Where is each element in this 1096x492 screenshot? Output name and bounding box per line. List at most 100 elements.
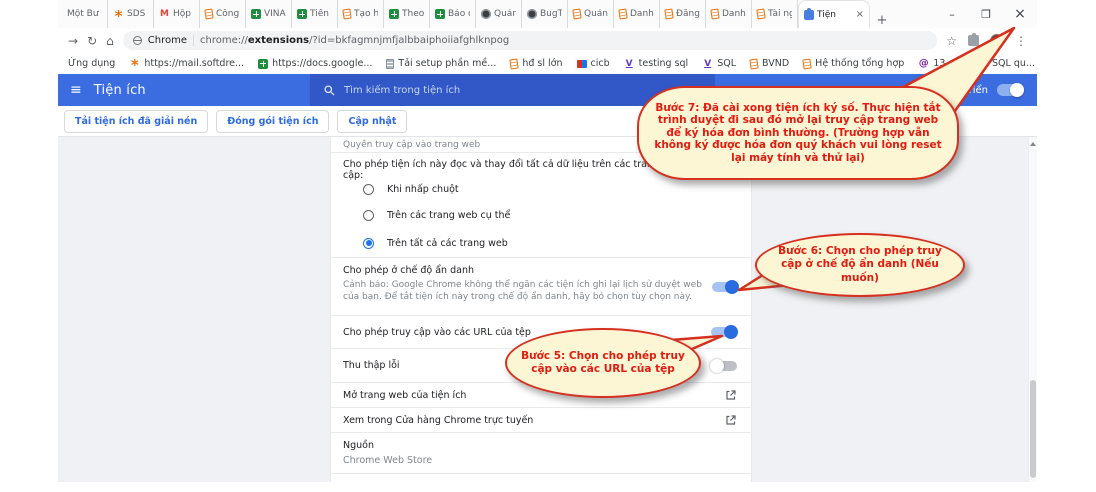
bookmark-item[interactable]: Ứng dụng xyxy=(68,58,115,69)
bookmark-item[interactable]: testing sql xyxy=(624,58,689,69)
radio-row-specific-sites[interactable]: Trên các trang web cụ thể xyxy=(331,201,751,229)
browser-tab[interactable]: Tài ngu xyxy=(752,0,798,28)
extension-puzzle-icon[interactable] xyxy=(968,35,979,46)
globe-icon xyxy=(527,9,537,19)
maximize-button[interactable]: ❐ xyxy=(969,0,1003,28)
incognito-title: Cho phép ở chế độ ẩn danh xyxy=(343,258,737,276)
browser-tab[interactable]: VINAFR xyxy=(246,0,292,28)
browser-tab[interactable]: Tiện × xyxy=(798,0,870,28)
bookmark-item[interactable]: cicb xyxy=(577,58,610,69)
profile-avatar[interactable] xyxy=(990,34,1004,48)
hamburger-menu-icon[interactable]: ≡ xyxy=(58,82,94,98)
bookmark-item[interactable]: hđ sl lớn xyxy=(510,58,562,69)
open-website-label: Mở trang web của tiện ích xyxy=(343,390,466,401)
browser-tab[interactable]: Một Bư xyxy=(62,0,108,28)
close-button[interactable]: × xyxy=(1003,0,1037,28)
bookmark-item[interactable]: https://mail.softdre... xyxy=(129,58,244,69)
tab-label: Đăng n xyxy=(676,9,700,19)
sheet-icon xyxy=(297,9,307,19)
error-collection-toggle[interactable] xyxy=(711,361,737,371)
radio-selected-icon[interactable] xyxy=(363,238,374,249)
tab-label: Quản lý xyxy=(584,9,608,19)
search-placeholder: Tìm kiếm trong tiện ích xyxy=(344,85,460,96)
browser-tab[interactable]: Hộp thư xyxy=(154,0,200,28)
bookmark-item[interactable]: SQL xyxy=(702,58,736,69)
bookmark-label: testing sql xyxy=(639,58,689,69)
browser-tab[interactable]: Theo d xyxy=(384,0,430,28)
bookmark-item[interactable]: Hệ thống tổng hợp xyxy=(803,58,904,69)
view-store-row[interactable]: Xem trong Cửa hàng Chrome trực tuyến xyxy=(331,408,751,433)
developer-mode-area: phát triển xyxy=(939,74,1023,106)
tab-label: VINAFR xyxy=(264,9,286,19)
tab-label: Công ty xyxy=(216,9,240,19)
scrollbar-thumb[interactable] xyxy=(1030,380,1036,478)
radio-icon[interactable] xyxy=(363,184,374,195)
tab-label: Theo d xyxy=(402,9,424,19)
bookmarks-bar: Ứng dụng https://mail.softdre... https:/… xyxy=(58,53,1037,74)
home-icon[interactable]: ⌂ xyxy=(106,34,114,48)
receipt-icon xyxy=(204,8,213,19)
browser-tab[interactable]: BugTra xyxy=(522,0,568,28)
receipt-icon xyxy=(803,58,812,69)
bookmark-item[interactable]: https://docs.google... xyxy=(258,58,372,69)
view-store-label: Xem trong Cửa hàng Chrome trực tuyến xyxy=(343,415,533,426)
omnibox[interactable]: Chrome chrome://extensions/?id=bkfagmnjm… xyxy=(123,31,937,50)
tab-close-icon[interactable]: × xyxy=(854,9,864,20)
update-button[interactable]: Cập nhật xyxy=(337,110,407,133)
cicb-icon xyxy=(577,60,587,68)
new-tab-button[interactable]: + xyxy=(870,13,894,28)
bookmark-star-icon[interactable]: ☆ xyxy=(946,34,957,48)
developer-mode-toggle[interactable] xyxy=(997,84,1023,96)
incognito-toggle[interactable] xyxy=(712,282,738,292)
page-scrollbar[interactable] xyxy=(1028,137,1037,482)
bookmark-label: SQL xyxy=(717,58,736,69)
window-controls: – ❐ × xyxy=(935,0,1037,28)
file-urls-toggle[interactable] xyxy=(711,327,737,337)
radio-row-on-click[interactable]: Khi nhấp chuột xyxy=(331,177,751,201)
pack-extension-button[interactable]: Đóng gói tiện ích xyxy=(216,110,329,133)
bookmark-item[interactable]: Tải setup phần mề... xyxy=(386,58,496,69)
starburst-icon xyxy=(129,58,140,69)
receipt-icon xyxy=(710,8,719,19)
browser-tab[interactable]: Tiến độ xyxy=(292,0,338,28)
bookmark-label: BVND xyxy=(762,58,789,69)
browser-tab[interactable]: Công ty xyxy=(200,0,246,28)
reload-icon[interactable]: ↻ xyxy=(87,34,97,48)
puzzle-icon xyxy=(804,10,814,20)
browser-tab[interactable]: Danh s xyxy=(706,0,752,28)
minimize-button[interactable]: – xyxy=(935,0,969,28)
v-icon xyxy=(702,58,713,69)
radio-label: Khi nhấp chuột xyxy=(387,184,459,195)
gmail-icon xyxy=(159,9,170,20)
tab-strip: Một Bư SDS We Hộp thư Công ty VINAFR Tiế… xyxy=(58,0,1037,28)
radio-label: Trên các trang web cụ thể xyxy=(387,210,510,221)
browser-tab[interactable]: SDS We xyxy=(108,0,154,28)
browser-tab[interactable]: Quản lý xyxy=(568,0,614,28)
bookmark-label: Ứng dụng xyxy=(68,58,115,69)
callout-step7: Bước 7: Đã cài xong tiện ích ký số. Thực… xyxy=(637,86,959,180)
browser-tab[interactable]: Danh s xyxy=(614,0,660,28)
v-icon xyxy=(624,58,635,69)
receipt-icon xyxy=(618,8,627,19)
browser-tab[interactable]: Báo cá xyxy=(430,0,476,28)
omnibox-separator xyxy=(193,35,194,46)
radio-icon[interactable] xyxy=(363,210,374,221)
browser-tab[interactable]: Tạo hóa xyxy=(338,0,384,28)
forward-icon[interactable]: → xyxy=(68,34,78,48)
bookmark-item[interactable]: BVND xyxy=(750,58,789,69)
scrollbar-up-icon[interactable] xyxy=(1030,142,1036,146)
browser-tab[interactable]: Quản lý xyxy=(476,0,522,28)
radio-row-all-sites[interactable]: Trên tất cả các trang web xyxy=(331,229,751,258)
callout-step7-text: Bước 7: Đã cài xong tiện ích ký số. Thực… xyxy=(649,102,947,165)
callout-step6-text: Bước 6: Chọn cho phép truy cập ở chế độ … xyxy=(771,245,949,284)
browser-menu-icon[interactable]: ⋮ xyxy=(1015,34,1027,48)
site-info-icon[interactable] xyxy=(133,36,142,45)
browser-tab[interactable]: Đăng n xyxy=(660,0,706,28)
receipt-icon xyxy=(749,58,758,69)
bookmark-label: cicb xyxy=(591,58,610,69)
radio-label: Trên tất cả các trang web xyxy=(387,238,508,249)
load-unpacked-button[interactable]: Tải tiện ích đã giải nén xyxy=(64,110,208,133)
source-row: Nguồn Chrome Web Store xyxy=(331,433,751,474)
bookmark-item[interactable]: 13 câu lệnh SQL qu... xyxy=(918,58,1035,69)
receipt-icon xyxy=(342,8,351,19)
